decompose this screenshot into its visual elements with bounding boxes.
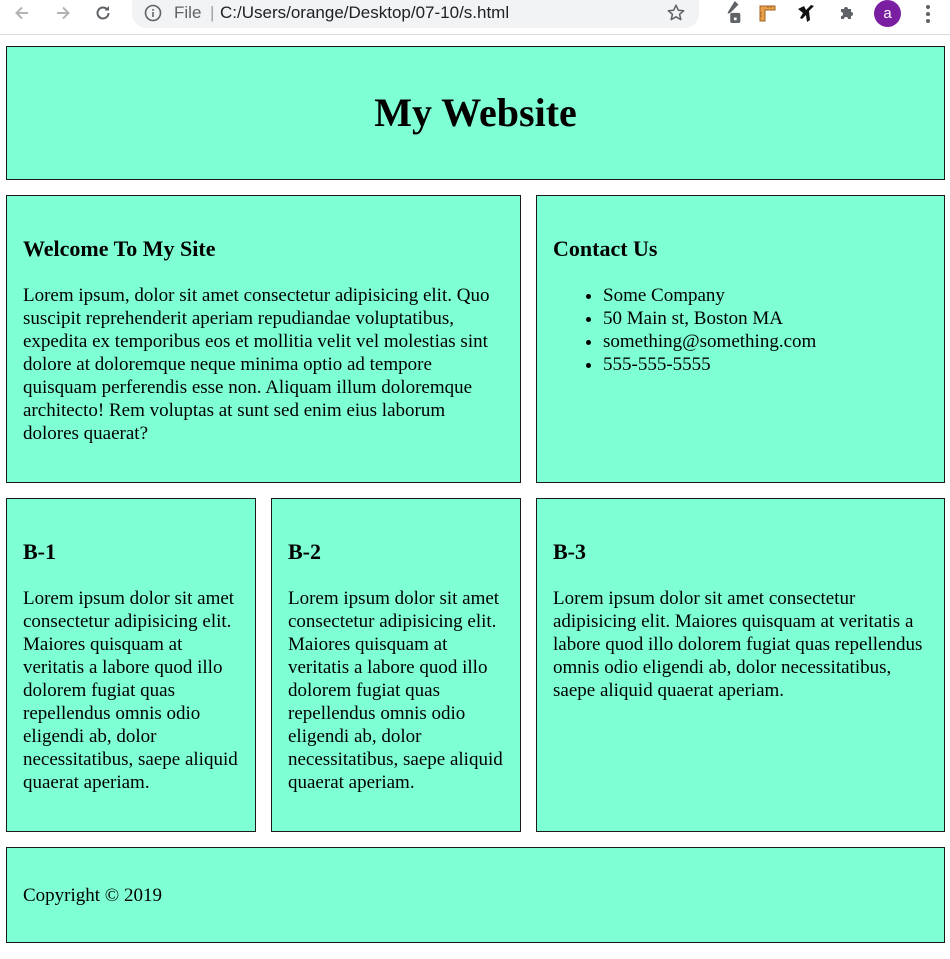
box-b2-heading: B-2 bbox=[288, 539, 321, 564]
box-b1-text: Lorem ipsum dolor sit amet consectetur a… bbox=[23, 588, 238, 793]
back-arrow-icon bbox=[15, 6, 28, 20]
scheme-label: File bbox=[174, 3, 202, 22]
back-button[interactable] bbox=[6, 0, 38, 26]
box-b3-text: Lorem ipsum dolor sit amet consectetur a… bbox=[553, 588, 923, 701]
ruler-extension-icon[interactable] bbox=[757, 2, 779, 24]
contact-address: 50 Main st, Boston MA bbox=[603, 307, 928, 330]
browser-toolbar: File | C:/Users/orange/Desktop/07-10/s.h… bbox=[0, 0, 950, 35]
welcome-heading: Welcome To My Site bbox=[23, 236, 216, 261]
site-header: My Website bbox=[6, 46, 945, 180]
box-b1-heading: B-1 bbox=[23, 539, 56, 564]
ruler-icon bbox=[759, 5, 776, 22]
bookmark-star-icon[interactable] bbox=[666, 3, 686, 23]
contact-list: Some Company 50 Main st, Boston MA somet… bbox=[553, 284, 928, 376]
eyedropper-extension-icon[interactable] bbox=[722, 1, 744, 23]
box-b2: B-2 Lorem ipsum dolor sit amet consectet… bbox=[271, 498, 521, 832]
reload-icon bbox=[96, 6, 110, 20]
contact-email: something@something.com bbox=[603, 330, 928, 353]
box-b3: B-3 Lorem ipsum dolor sit amet consectet… bbox=[536, 498, 945, 832]
box-b1: B-1 Lorem ipsum dolor sit amet consectet… bbox=[6, 498, 256, 832]
address-bar[interactable]: File | C:/Users/orange/Desktop/07-10/s.h… bbox=[132, 0, 699, 28]
bird-icon bbox=[798, 5, 814, 22]
box-b3-heading: B-3 bbox=[553, 539, 586, 564]
info-icon[interactable] bbox=[144, 4, 162, 22]
contact-company: Some Company bbox=[603, 284, 928, 307]
scheme-separator: | bbox=[210, 3, 215, 22]
puzzle-icon bbox=[841, 7, 853, 19]
reload-button[interactable] bbox=[87, 0, 119, 26]
forward-arrow-icon bbox=[57, 6, 70, 20]
eyedropper-icon bbox=[727, 1, 741, 23]
welcome-section: Welcome To My Site Lorem ipsum, dolor si… bbox=[6, 195, 521, 483]
url-text[interactable]: C:/Users/orange/Desktop/07-10/s.html bbox=[220, 4, 509, 22]
menu-dots-icon[interactable] bbox=[918, 3, 938, 25]
box-b2-text: Lorem ipsum dolor sit amet consectetur a… bbox=[288, 588, 503, 793]
copyright-text: Copyright © 2019 bbox=[23, 885, 162, 906]
profile-avatar[interactable]: a bbox=[874, 0, 901, 27]
contact-phone: 555-555-5555 bbox=[603, 353, 928, 376]
extensions-puzzle-button[interactable] bbox=[836, 2, 858, 24]
bird-extension-icon[interactable] bbox=[795, 2, 817, 24]
forward-button[interactable] bbox=[47, 0, 79, 26]
site-title: My Website bbox=[374, 90, 577, 135]
welcome-text: Lorem ipsum, dolor sit amet consectetur … bbox=[23, 285, 490, 444]
contact-heading: Contact Us bbox=[553, 236, 658, 261]
site-footer: Copyright © 2019 bbox=[6, 847, 945, 943]
contact-section: Contact Us Some Company 50 Main st, Bost… bbox=[536, 195, 945, 483]
